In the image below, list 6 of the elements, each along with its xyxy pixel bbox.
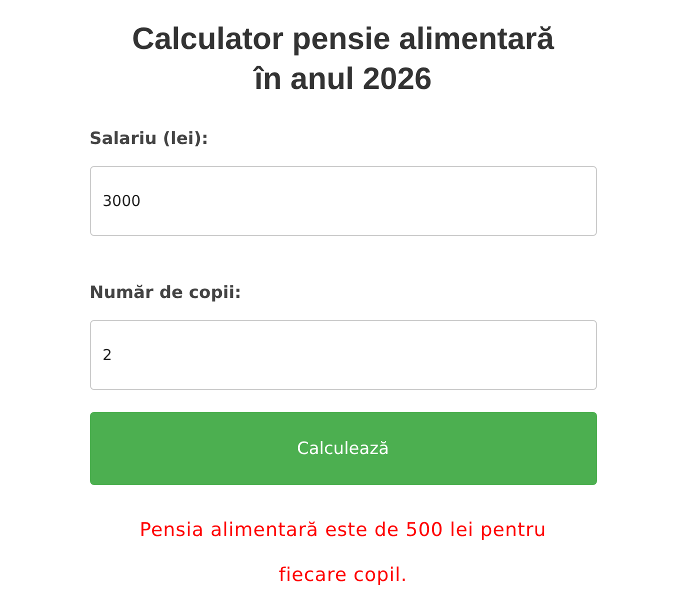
input-field[interactable]: 3000 <box>90 166 596 236</box>
input-field[interactable]: 2 <box>90 320 596 390</box>
page-title: Calculator pensie alimentară în anul 2026 <box>130 20 556 98</box>
result-text: Pensia alimentară este de 500 lei pentru fiecare copil. <box>138 518 548 588</box>
field-label: Număr de copii: <box>90 282 242 305</box>
field-label: Salariu (lei): <box>90 128 210 151</box>
